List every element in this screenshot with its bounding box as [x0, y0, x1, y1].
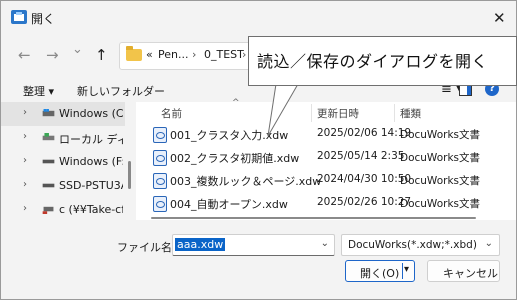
breadcrumb-separator: › [242, 48, 247, 61]
file-row[interactable]: 004_自動オープン.xdw 2025/02/26 10:27 DocuWork… [136, 192, 516, 214]
window-title: 開く [31, 12, 56, 26]
sidebar-item-network-c[interactable]: › c (¥¥Take-cfsvi [1, 198, 125, 222]
cancel-button-label: キャンセル [443, 267, 498, 280]
address-bar[interactable]: « Pen... › 0_TEST › [119, 42, 251, 70]
file-type: DocuWorks文書 [400, 175, 480, 187]
new-folder-button[interactable]: 新しいフォルダー [77, 83, 165, 99]
column-divider[interactable] [394, 104, 395, 122]
chevron-right-icon[interactable]: › [23, 179, 27, 190]
close-icon[interactable]: ✕ [493, 9, 506, 27]
cancel-button[interactable]: キャンセル [427, 260, 500, 282]
file-type: DocuWorks文書 [400, 198, 480, 210]
file-name: 004_自動オープン.xdw [170, 198, 288, 211]
file-type-value: DocuWorks(*.xdw;*.xbd) [348, 239, 477, 251]
file-row[interactable]: 003_複数ルック＆ページ.xdw 2024/04/30 10:50 DocuW… [136, 169, 516, 191]
sidebar-item-label: Windows (F:) [59, 155, 123, 168]
file-type-select[interactable]: DocuWorks(*.xdw;*.xbd) ⌄ [341, 234, 500, 256]
column-divider[interactable] [311, 104, 312, 122]
file-date: 2024/04/30 10:50 [317, 173, 412, 185]
breadcrumb-test[interactable]: 0_TEST [204, 48, 244, 61]
local-disk-icon [42, 133, 55, 141]
back-arrow-icon[interactable]: ← [18, 46, 31, 64]
open-button[interactable]: 開く(O) ▾ [345, 260, 415, 282]
organize-menu[interactable]: 整理 ▾ [23, 83, 54, 99]
breadcrumb-separator: › [192, 48, 197, 61]
title-bar: 開く ✕ [1, 1, 516, 33]
navigation-scrollbar[interactable] [128, 161, 131, 189]
chevron-right-icon[interactable]: › [23, 155, 27, 166]
sidebar-item-local-disk[interactable]: › ローカル ディスク [1, 126, 125, 150]
filename-input[interactable]: aaa.xdw ⌄ [172, 234, 335, 256]
sidebar-item-label: c (¥¥Take-cfsvi [59, 203, 123, 216]
drive-icon [42, 159, 55, 164]
windows-drive-icon [42, 109, 55, 117]
split-divider [402, 263, 403, 279]
breadcrumb-pen[interactable]: Pen... [158, 48, 188, 61]
file-name: 001_クラスタ入力.xdw [170, 129, 289, 142]
address-overflow[interactable]: « [146, 48, 153, 61]
folder-icon [126, 46, 142, 61]
file-list: 名前 更新日時 種類 001_クラスタ入力.xdw 2025/02/06 14:… [136, 102, 516, 220]
open-button-label: 開く(O) [360, 267, 400, 280]
open-options-arrow-icon[interactable]: ▾ [404, 264, 409, 275]
network-drive-icon [42, 206, 54, 214]
file-type: DocuWorks文書 [400, 129, 480, 141]
chevron-right-icon[interactable]: › [23, 107, 27, 118]
docuworks-file-icon [153, 127, 167, 143]
file-type: DocuWorks文書 [400, 152, 480, 164]
sidebar-item-label: Windows (C:) [59, 107, 123, 120]
sidebar-item-label: SSD-PSTU3A (I [59, 179, 123, 192]
sidebar-item-windows-f[interactable]: › Windows (F:) [1, 150, 125, 174]
sidebar-item-windows-c[interactable]: › Windows (C:) [1, 102, 125, 126]
file-row[interactable]: 002_クラスタ初期値.xdw 2025/05/14 2:35 DocuWork… [136, 146, 516, 168]
file-date: 2025/05/14 2:35 [317, 150, 405, 162]
callout-text: 読込／保存のダイアログを開く [257, 52, 489, 71]
chevron-right-icon[interactable]: › [23, 131, 27, 142]
navigation-pane: › Windows (C:) › ローカル ディスク › Windows (F:… [1, 102, 125, 232]
sort-ascending-icon: ^ [232, 98, 240, 108]
chevron-down-icon[interactable]: ⌄ [321, 238, 329, 249]
sidebar-item-ssd[interactable]: › SSD-PSTU3A (I [1, 174, 125, 198]
file-row[interactable]: 001_クラスタ入力.xdw 2025/02/06 14:19 DocuWork… [136, 123, 516, 145]
file-list-scrollbar[interactable] [151, 217, 476, 219]
column-header-date[interactable]: 更新日時 [317, 106, 359, 121]
file-date: 2025/02/26 10:27 [317, 196, 412, 208]
forward-arrow-icon[interactable]: → [46, 46, 59, 64]
recent-locations-icon[interactable]: ⌄ [72, 42, 83, 57]
chevron-down-icon[interactable]: ⌄ [485, 238, 493, 249]
chevron-right-icon[interactable]: › [23, 203, 27, 214]
column-header-name[interactable]: 名前 [161, 106, 182, 121]
file-name: 002_クラスタ初期値.xdw [170, 152, 300, 165]
sidebar-item-label: ローカル ディスク [59, 133, 123, 146]
up-arrow-icon[interactable]: ↑ [95, 46, 108, 64]
docuworks-file-icon [153, 196, 167, 212]
docuworks-file-icon [153, 150, 167, 166]
file-date: 2025/02/06 14:19 [317, 127, 412, 139]
docuworks-file-icon [153, 173, 167, 189]
app-icon [11, 10, 27, 24]
drive-icon [42, 183, 55, 188]
annotation-callout: 読込／保存のダイアログを開く [248, 36, 517, 86]
filename-value[interactable]: aaa.xdw [175, 238, 226, 251]
file-name: 003_複数ルック＆ページ.xdw [170, 175, 322, 188]
column-header-type[interactable]: 種類 [400, 106, 421, 121]
